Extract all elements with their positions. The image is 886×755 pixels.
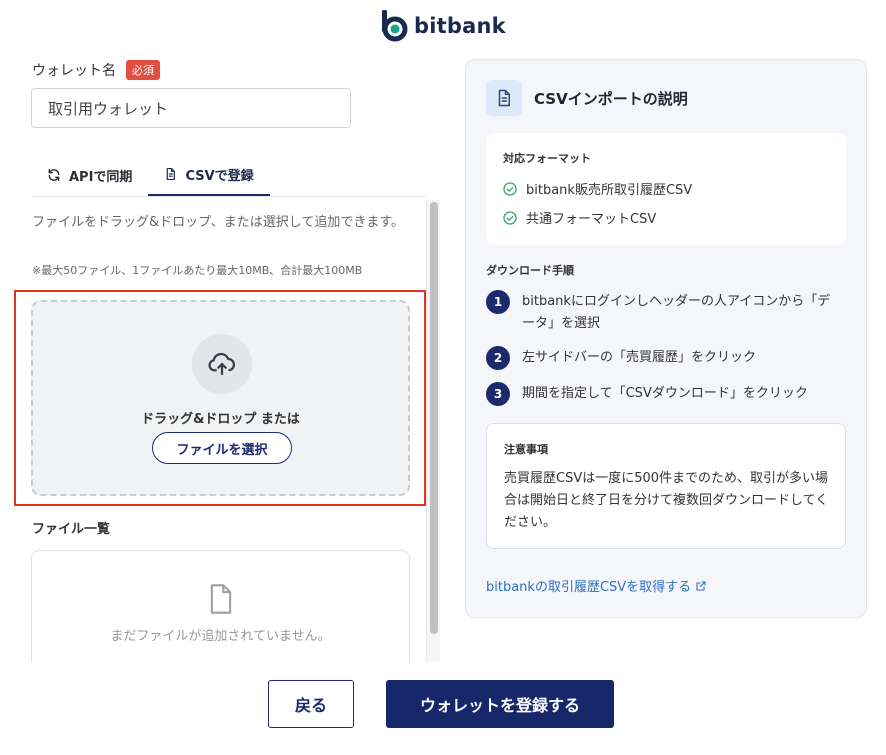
supported-formats-title: 対応フォーマット: [503, 152, 591, 165]
download-step: 1 bitbankにログインしヘッダーの人アイコンから「データ」を選択: [486, 290, 842, 335]
tab-api-sync-label: APIで同期: [69, 169, 133, 185]
upload-icon-badge: [192, 334, 252, 394]
tab-api-sync[interactable]: APIで同期: [31, 154, 148, 196]
caution-title: 注意事項: [504, 443, 548, 456]
download-step: 3 期間を指定して「CSVダウンロード」をクリック: [486, 382, 842, 406]
file-list-title: ファイル一覧: [32, 522, 111, 537]
tabs-divider: [31, 196, 426, 197]
wallet-form: ウォレット名 必須 APIで同期 CSVで登録 ファイルをドラッグ&ドロップ、ま…: [0, 0, 440, 662]
wallet-name-label: ウォレット名: [32, 63, 116, 79]
tab-csv-register-label: CSVで登録: [185, 168, 254, 184]
document-icon: [498, 89, 510, 107]
file-list-empty-text: まだファイルが追加されていません。: [110, 629, 331, 644]
drop-zone-text: ドラッグ&ドロップ または: [141, 412, 300, 427]
step-text: bitbankにログインしヘッダーの人アイコンから「データ」を選択: [522, 294, 831, 331]
step-number: 2: [486, 346, 510, 370]
check-circle-icon: [503, 210, 517, 225]
file-icon: [210, 584, 232, 614]
caution-card: 注意事項 売買履歴CSVは一度に500件までのため、取引が多い場合は開始日と終了…: [486, 423, 846, 549]
step-text: 左サイドバーの「売買履歴」をクリック: [522, 350, 757, 365]
caution-text: 売買履歴CSVは一度に500件までのため、取引が多い場合は開始日と終了日を分けて…: [504, 471, 829, 530]
register-wallet-button[interactable]: ウォレットを登録する: [386, 680, 614, 728]
format-item: 共通フォーマットCSV: [502, 208, 656, 227]
tab-csv-register[interactable]: CSVで登録: [148, 154, 270, 196]
upload-cloud-icon: [208, 352, 236, 376]
document-icon: [167, 167, 176, 181]
download-step: 2 左サイドバーの「売買履歴」をクリック: [486, 346, 842, 370]
download-steps-title: ダウンロード手順: [486, 264, 574, 277]
wallet-name-label-row: ウォレット名 必須: [32, 60, 160, 80]
bitbank-csv-link-label: bitbankの取引履歴CSVを取得する: [486, 580, 692, 595]
external-link-icon: [696, 580, 706, 591]
check-circle-icon: [503, 181, 517, 196]
form-scrollbar-thumb[interactable]: [430, 202, 438, 634]
step-number: 3: [486, 382, 510, 406]
step-number: 1: [486, 290, 510, 314]
csv-upload-section: ファイルをドラッグ&ドロップ、または選択して追加できます。 ※最大50ファイル、…: [0, 200, 440, 662]
form-scrollbar[interactable]: [426, 200, 440, 662]
upload-description: ファイルをドラッグ&ドロップ、または選択して追加できます。: [32, 215, 405, 230]
supported-formats-card: 対応フォーマット bitbank販売所取引履歴CSV 共通フォーマットCSV: [486, 133, 846, 245]
csv-import-help-panel: CSVインポートの説明 対応フォーマット bitbank販売所取引履歴CSV 共…: [465, 59, 867, 618]
file-drop-zone[interactable]: ドラッグ&ドロップ または ファイルを選択: [31, 300, 410, 496]
help-panel-header: CSVインポートの説明: [486, 80, 688, 116]
import-method-tabs: APIで同期 CSVで登録: [31, 154, 270, 196]
sync-icon: [48, 169, 60, 181]
help-doc-badge: [486, 80, 522, 116]
format-item: bitbank販売所取引履歴CSV: [502, 179, 692, 198]
step-text: 期間を指定して「CSVダウンロード」をクリック: [522, 386, 808, 401]
help-panel-title: CSVインポートの説明: [534, 89, 688, 108]
format-item-label: bitbank販売所取引履歴CSV: [526, 183, 693, 198]
required-badge: 必須: [126, 60, 160, 80]
upload-limit-note: ※最大50ファイル、1ファイルあたり最大10MB、合計最大100MB: [32, 264, 363, 277]
choose-file-button[interactable]: ファイルを選択: [152, 432, 292, 464]
wallet-name-input[interactable]: [31, 88, 351, 128]
format-item-label: 共通フォーマットCSV: [526, 212, 657, 227]
back-button[interactable]: 戻る: [268, 680, 354, 728]
file-list-box: まだファイルが追加されていません。: [31, 550, 410, 662]
bitbank-csv-link[interactable]: bitbankの取引履歴CSVを取得する: [486, 576, 707, 595]
